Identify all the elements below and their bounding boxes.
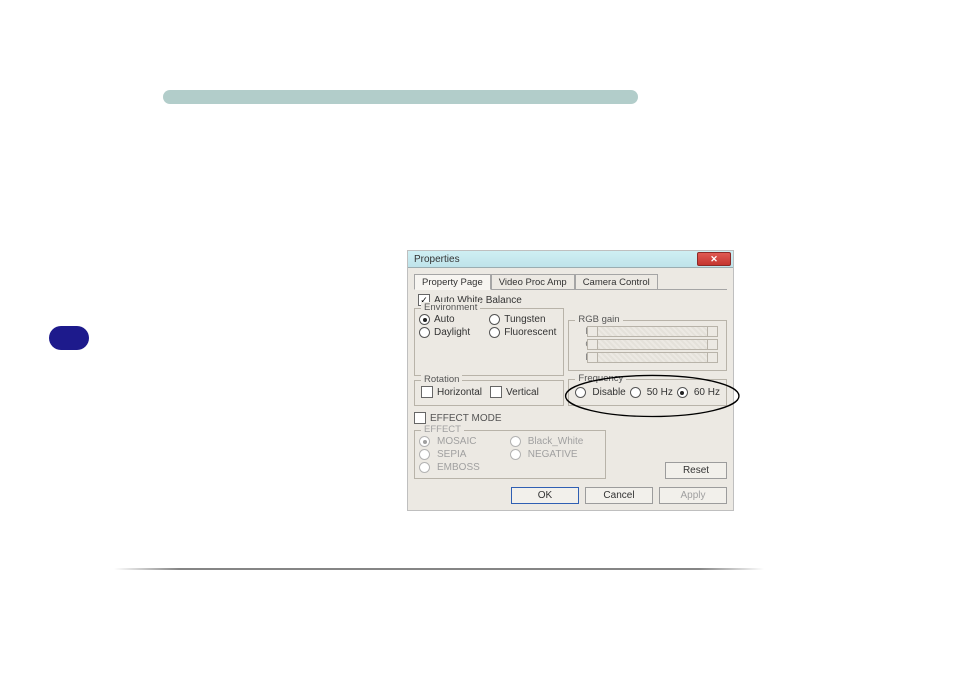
tab-label-camera-control: Camera Control (583, 277, 650, 288)
apply-button-label: Apply (680, 490, 705, 501)
radio-disable-label: Disable (592, 387, 625, 398)
tab-property-page[interactable]: Property Page (414, 274, 491, 290)
dialog-buttons: OK Cancel Apply (408, 483, 733, 510)
radio-60hz-label: 60 Hz (694, 387, 720, 398)
radio-daylight-label: Daylight (434, 327, 470, 338)
radio-negative-label: NEGATIVE (528, 449, 578, 460)
rotation-group: Rotation Horizontal Vertical (414, 380, 564, 406)
tabs: Property Page Video Proc Amp Camera Cont… (414, 274, 727, 290)
tab-label-video-proc-amp: Video Proc Amp (499, 277, 567, 288)
effect-block: EFFECT MODE EFFECT MOSAIC Black_White SE… (414, 412, 727, 479)
check-horizontal-label: Horizontal (437, 387, 482, 398)
footer-rule (114, 568, 764, 570)
sidebar-blue-lozenge (49, 326, 89, 350)
rgb-r-slider: R (585, 326, 710, 337)
effect-legend: EFFECT (421, 424, 464, 435)
radio-auto[interactable]: Auto (419, 314, 489, 325)
radio-daylight[interactable]: Daylight (419, 327, 489, 338)
rgb-g-slider: G (585, 339, 710, 350)
radio-sepia: SEPIA (419, 449, 510, 460)
radio-emboss-label: EMBOSS (437, 462, 480, 473)
radio-fluorescent-label: Fluorescent (504, 327, 556, 338)
radio-emboss: EMBOSS (419, 462, 510, 473)
header-teal-bar (163, 90, 638, 104)
radio-sepia-label: SEPIA (437, 449, 466, 460)
dialog-body: Property Page Video Proc Amp Camera Cont… (408, 268, 733, 483)
frequency-group: Frequency Disable 50 Hz 60 Hz (568, 379, 727, 406)
reset-button[interactable]: Reset (665, 462, 727, 479)
effect-group: EFFECT MOSAIC Black_White SEPIA NEGATIVE… (414, 430, 606, 479)
check-vertical[interactable]: Vertical (490, 386, 539, 398)
rgb-g-scroll (597, 339, 708, 350)
dialog-title: Properties (414, 254, 460, 265)
rgb-b-scroll (597, 352, 708, 363)
check-horizontal[interactable]: Horizontal (421, 386, 482, 398)
frequency-legend: Frequency (575, 373, 626, 384)
radio-fluorescent[interactable]: Fluorescent (489, 327, 559, 338)
reset-button-label: Reset (683, 465, 709, 476)
rgb-r-scroll (597, 326, 708, 337)
cancel-button-label: Cancel (603, 490, 634, 501)
environment-legend: Environment (421, 302, 480, 313)
tab-video-proc-amp[interactable]: Video Proc Amp (491, 274, 575, 289)
rgb-gain-legend: RGB gain (575, 314, 622, 325)
effect-mode-checkbox[interactable] (414, 412, 426, 424)
ok-button-label: OK (538, 490, 552, 501)
rgb-gain-group: RGB gain R G B (568, 320, 727, 371)
effect-mode-row[interactable]: EFFECT MODE (414, 412, 727, 424)
radio-negative: NEGATIVE (510, 449, 601, 460)
radio-black-white: Black_White (510, 436, 601, 447)
cancel-button[interactable]: Cancel (585, 487, 653, 504)
radio-mosaic: MOSAIC (419, 436, 510, 447)
radio-60hz[interactable]: 60 Hz (677, 387, 720, 398)
radio-disable[interactable]: Disable (575, 387, 625, 398)
rgb-b-slider: B (585, 352, 710, 363)
radio-50hz-label: 50 Hz (647, 387, 673, 398)
tab-label-property-page: Property Page (422, 277, 483, 288)
effect-mode-label: EFFECT MODE (430, 413, 501, 424)
titlebar: Properties ✕ (408, 251, 733, 268)
radio-tungsten-label: Tungsten (504, 314, 545, 325)
rotation-legend: Rotation (421, 374, 462, 385)
ok-button[interactable]: OK (511, 487, 579, 504)
close-icon[interactable]: ✕ (697, 252, 731, 266)
close-x: ✕ (710, 254, 718, 265)
radio-mosaic-label: MOSAIC (437, 436, 476, 447)
check-vertical-label: Vertical (506, 387, 539, 398)
radio-auto-label: Auto (434, 314, 455, 325)
properties-dialog: Properties ✕ Property Page Video Proc Am… (408, 251, 733, 510)
radio-tungsten[interactable]: Tungsten (489, 314, 559, 325)
apply-button: Apply (659, 487, 727, 504)
environment-group: Environment Auto Tungsten Daylight Fluor… (414, 308, 564, 376)
radio-black-white-label: Black_White (528, 436, 584, 447)
tab-camera-control[interactable]: Camera Control (575, 274, 658, 289)
radio-50hz[interactable]: 50 Hz (630, 387, 673, 398)
